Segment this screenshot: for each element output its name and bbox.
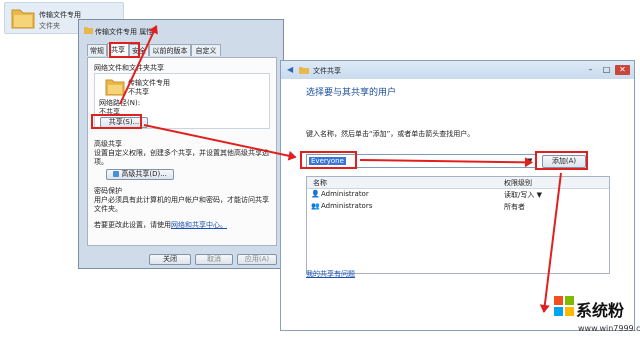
maximize-icon[interactable]: □: [599, 65, 614, 75]
network-center-link[interactable]: 网络和共享中心。: [171, 221, 227, 229]
tab-general[interactable]: 常规: [87, 44, 107, 56]
col-name-header: 名称: [313, 179, 327, 187]
shared-folder-state: 不共享: [128, 88, 149, 96]
row-user-name: Administrator: [321, 190, 369, 198]
row-user-name: Administrators: [321, 202, 373, 210]
advanced-share-button[interactable]: 高级共享(D)...: [106, 169, 174, 180]
close-icon[interactable]: ✕: [615, 65, 630, 75]
table-row[interactable]: 👥 Administrators 所有者: [307, 201, 609, 212]
windows-logo-icon: [554, 296, 574, 316]
folder-name: 传输文件专用: [39, 11, 81, 19]
file-share-dialog: ◀ 文件共享 – □ ✕ 选择要与其共享的用户 键入名称，然后单击“添加”，或者…: [280, 60, 635, 331]
tab-customize[interactable]: 自定义: [191, 44, 221, 56]
apply-button[interactable]: 应用(A): [237, 254, 277, 265]
tab-previous-versions[interactable]: 以前的版本: [149, 44, 191, 56]
network-share-title: 网络文件和文件夹共享: [94, 64, 164, 72]
shared-folder-icon: [105, 79, 125, 96]
back-arrow-icon[interactable]: ◀: [287, 65, 293, 74]
share-titlebar: ◀ 文件共享 – □ ✕: [281, 61, 634, 79]
close-button[interactable]: 关闭: [149, 254, 191, 265]
group-icon: 👥: [311, 202, 320, 210]
minimize-icon[interactable]: –: [583, 65, 598, 75]
share-heading: 选择要与其共享的用户: [306, 88, 397, 98]
folder-small-icon: [84, 27, 93, 34]
row-permission[interactable]: 读取/写入 ▼: [504, 190, 542, 200]
col-permission-header: 权限级别: [504, 179, 532, 187]
logo-url: www.win7999.com: [578, 324, 640, 333]
advanced-share-desc: 设置自定义权限，创建多个共享，并设置其他高级共享选项。: [94, 149, 269, 166]
annotation-box-sharing-tab: [109, 42, 140, 58]
user-permission-list: 名称 权限级别 👤 Administrator 读取/写入 ▼ 👥 Admini…: [306, 176, 610, 274]
logo-text: 系统粉: [576, 301, 625, 320]
share-problem-link[interactable]: 我的共享有问题: [306, 269, 355, 279]
annotation-box-share-button: [91, 114, 142, 129]
cancel-button[interactable]: 取消: [195, 254, 233, 265]
change-setting-text: 若要更改此设置，请使用网络和共享中心。: [94, 220, 227, 230]
password-title: 密码保护: [94, 187, 122, 195]
annotation-box-everyone: [300, 151, 357, 169]
share-title: 文件共享: [313, 67, 341, 75]
properties-title: 传输文件专用 属性: [95, 28, 154, 36]
advanced-share-button-label: 高级共享(D)...: [121, 170, 167, 178]
share-instruction: 键入名称，然后单击“添加”，或者单击箭头查找用户。: [306, 130, 475, 138]
row-permission: 所有者: [504, 203, 525, 211]
list-header: 名称 权限级别: [307, 177, 609, 189]
table-row[interactable]: 👤 Administrator 读取/写入 ▼: [307, 189, 609, 200]
folder-type: 文件夹: [39, 22, 60, 30]
user-icon: 👤: [311, 190, 320, 198]
password-desc: 用户必须具有此计算机的用户帐户和密码，才能访问共享文件夹。: [94, 196, 269, 213]
change-setting-prefix: 若要更改此设置，请使用: [94, 221, 171, 229]
shield-icon: [113, 171, 120, 177]
sharing-panel: 网络文件和文件夹共享 传输文件专用 不共享 网络路径(N): 不共享 共享(S)…: [87, 57, 277, 246]
advanced-share-title: 高级共享: [94, 140, 122, 148]
folder-icon: [11, 9, 35, 29]
annotation-box-add-button: [535, 151, 588, 170]
share-folder-icon: [299, 67, 309, 74]
